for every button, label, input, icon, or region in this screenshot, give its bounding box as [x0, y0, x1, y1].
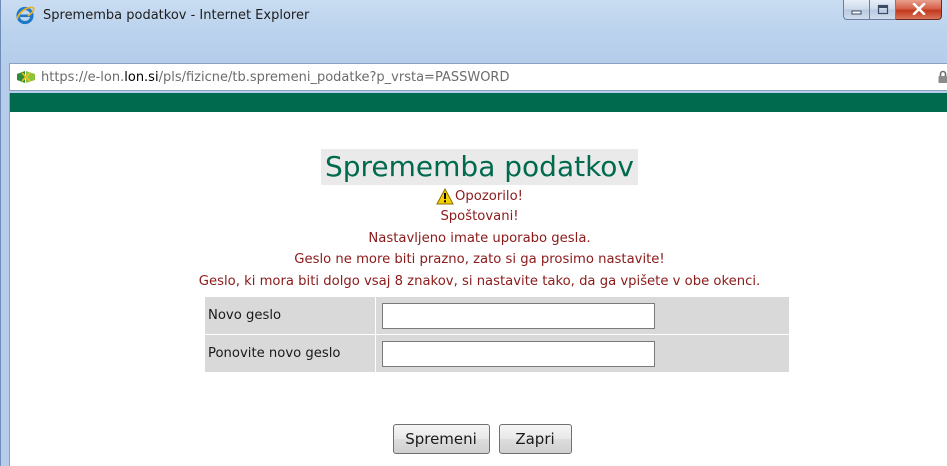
- title-bar[interactable]: Sprememba podatkov - Internet Explorer: [1, 0, 947, 30]
- close-icon: [912, 0, 926, 19]
- repeat-password-label: Ponovite novo geslo: [208, 346, 341, 361]
- password-form: Novo geslo Ponovite novo geslo: [205, 297, 789, 372]
- maximize-icon: [877, 0, 889, 19]
- url-host-sub: e-lon.: [87, 69, 125, 85]
- minimize-button[interactable]: [843, 0, 870, 20]
- header-bar: [10, 93, 947, 112]
- save-button[interactable]: Spremeni: [392, 424, 490, 454]
- info-line-1: Nastavljeno imate uporabo gesla.: [368, 230, 591, 246]
- form-buttons: Spremeni Zapri: [10, 424, 947, 454]
- warning-label: Opozorilo!: [455, 189, 523, 204]
- close-window-button[interactable]: [896, 0, 942, 20]
- url-path: /pls/fizicne/tb.spremeni_podatke?p_vrsta…: [158, 69, 510, 85]
- url-prefix: https://: [41, 69, 88, 85]
- address-bar[interactable]: https://e-lon.lon.si/pls/fizicne/tb.spre…: [9, 63, 947, 91]
- new-password-input[interactable]: [382, 303, 655, 329]
- new-password-label: Novo geslo: [208, 308, 282, 323]
- close-button[interactable]: Zapri: [498, 424, 572, 454]
- browser-window: Sprememba podatkov - Internet Explorer h…: [0, 0, 947, 466]
- window-controls: [843, 0, 942, 21]
- minimize-icon: [851, 0, 863, 19]
- warning-icon: [436, 187, 454, 205]
- greeting-text: Spoštovani!: [440, 209, 519, 224]
- info-line-2: Geslo ne more biti prazno, zato si ga pr…: [294, 252, 665, 267]
- maximize-button[interactable]: [870, 0, 896, 20]
- url-host: lon.si: [124, 69, 159, 85]
- warning-line: Opozorilo!: [10, 187, 947, 206]
- form-row-repeat-password: Ponovite novo geslo: [205, 335, 789, 372]
- site-favicon-icon: [16, 69, 36, 85]
- lock-icon[interactable]: [938, 69, 947, 83]
- page-content: Sprememba podatkov Opozorilo! Spoštovani…: [9, 93, 947, 466]
- repeat-password-input[interactable]: [382, 341, 655, 367]
- message-area: Sprememba podatkov Opozorilo! Spoštovani…: [10, 112, 947, 292]
- page-title: Sprememba podatkov: [320, 149, 638, 185]
- window-title: Sprememba podatkov - Internet Explorer: [43, 7, 310, 23]
- info-line-3: Geslo, ki mora biti dolgo vsaj 8 znakov,…: [198, 273, 761, 289]
- form-row-new-password: Novo geslo: [205, 297, 789, 334]
- url-text: https://e-lon.lon.si/pls/fizicne/tb.spre…: [41, 70, 509, 85]
- internet-explorer-icon: [14, 4, 36, 26]
